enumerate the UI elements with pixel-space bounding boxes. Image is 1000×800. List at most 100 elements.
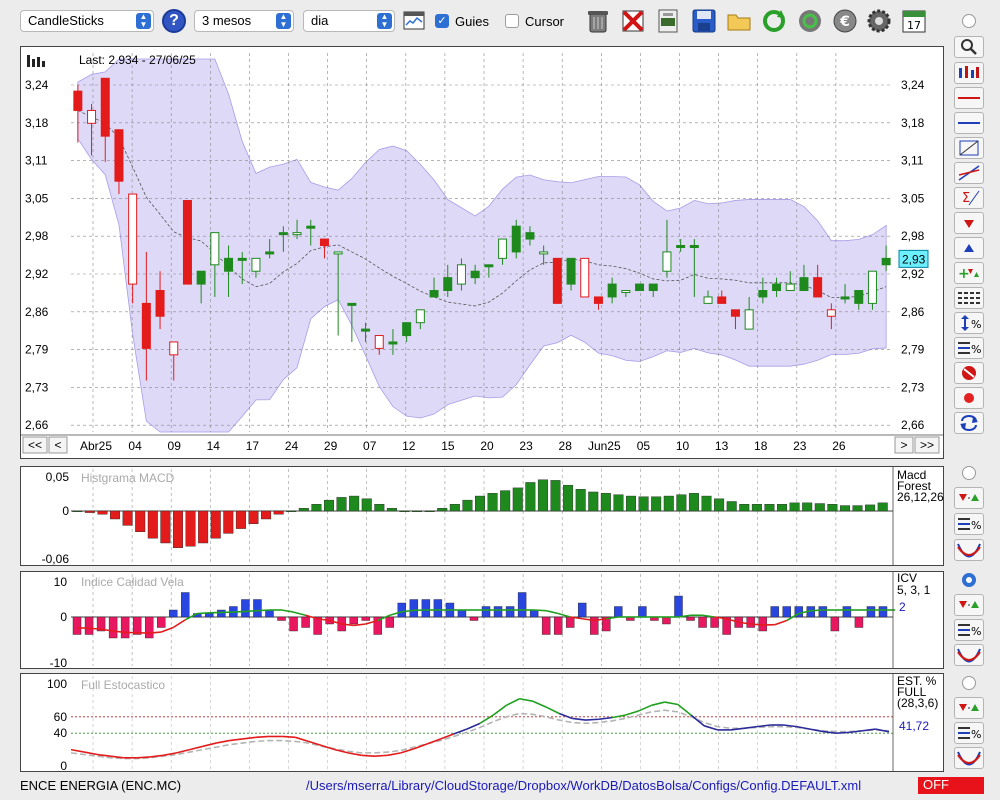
y-axis-label-right: 2,92 — [901, 267, 925, 281]
macd-bar — [575, 489, 586, 512]
refresh-icon[interactable] — [761, 8, 787, 34]
print-icon[interactable] — [655, 8, 681, 34]
stoch-curve-button[interactable] — [954, 747, 984, 769]
blue-line-button[interactable] — [954, 112, 984, 134]
candle — [854, 290, 864, 304]
icv-curve-button[interactable] — [954, 644, 984, 666]
monitor-icon[interactable] — [403, 10, 425, 32]
volume-bars-icon — [42, 61, 45, 67]
currency-icon[interactable]: € — [832, 8, 858, 34]
icv-line-segment — [293, 611, 306, 617]
candle — [155, 290, 165, 317]
off-indicator[interactable]: OFF — [918, 777, 984, 794]
price-chart-panel[interactable]: 3,24 3,24 3,18 3,18 3,11 3,11 3,05 3,05 2,98 2,98… — [20, 46, 944, 459]
trash-icon[interactable] — [585, 8, 611, 34]
cursor-checkbox[interactable] — [505, 14, 519, 28]
trendline-button[interactable] — [954, 162, 984, 184]
icv-arrows-button[interactable] — [954, 594, 984, 616]
candle — [772, 283, 782, 292]
icv-bar — [854, 616, 864, 628]
stoch-panel-radio[interactable] — [962, 676, 976, 690]
no-entry-icon — [962, 366, 976, 380]
stop-button[interactable] — [954, 362, 984, 384]
price-chart[interactable]: 3,24 3,24 3,18 3,18 3,11 3,11 3,05 3,05 2,98 2,98… — [21, 47, 943, 458]
chart-type-select[interactable]: CandleSticks ▲ ▼ — [20, 10, 154, 32]
icv-panel[interactable]: 10 0 -10 Indice Calidad Vela ICV 5, 3, 12 — [20, 571, 944, 669]
candle — [511, 225, 521, 253]
stoch-arrows-button[interactable] — [954, 697, 984, 719]
macd-arrows-button[interactable] — [954, 487, 984, 509]
delete-icon[interactable] — [620, 8, 646, 34]
icv-y-label: 10 — [54, 575, 68, 589]
y-axis-label-left: 3,18 — [25, 116, 49, 130]
candle — [292, 232, 302, 236]
macd-bar — [72, 510, 83, 513]
macd-bar — [147, 510, 158, 539]
add-indicator-button[interactable]: + — [954, 262, 984, 284]
svg-text:%: % — [971, 318, 981, 331]
macd-bar — [865, 504, 876, 512]
lines-button[interactable] — [954, 287, 984, 309]
icv-bar — [698, 616, 707, 628]
candle — [593, 296, 603, 304]
macd-bar — [349, 495, 360, 512]
period-select[interactable]: 3 mesos ▲ ▼ — [194, 10, 294, 32]
scale-percent-button[interactable]: % — [954, 312, 984, 334]
lines-percent-button[interactable]: % — [954, 337, 984, 359]
candle — [840, 296, 850, 300]
open-folder-icon[interactable] — [726, 8, 752, 34]
y-axis-label-right: 2,73 — [901, 380, 925, 394]
icv-chart[interactable]: 100-10Indice Calidad Vela ICV5, 3, 12 — [21, 572, 943, 668]
macd-bar — [273, 510, 284, 515]
icv-bar — [782, 606, 791, 618]
icv-panel-radio[interactable] — [962, 573, 976, 587]
stoch-lines-button[interactable]: % — [954, 722, 984, 744]
icv-lines-button[interactable]: % — [954, 619, 984, 641]
macd-y-label: -0,06 — [42, 552, 70, 565]
red-line-button[interactable] — [954, 87, 984, 109]
macd-bar — [739, 504, 750, 512]
calendar-icon[interactable]: 17 — [901, 8, 927, 34]
y-axis-label-right: 3,11 — [901, 154, 924, 168]
macd-panel[interactable]: 0,05 0 -0,06 Histgrama MACD Macd Forest 26,12,… — [20, 466, 944, 566]
fibonacci-button[interactable] — [954, 137, 984, 159]
stoch-panel[interactable]: 100 60 40 0 Full Estocastico EST. % FULL (28,3,… — [20, 673, 944, 772]
down-arrow-button[interactable] — [954, 212, 984, 234]
icv-bar — [301, 616, 310, 628]
sum-button[interactable]: Σ — [954, 187, 984, 209]
x-axis-label: 10 — [676, 439, 690, 453]
instrument-name: ENCE ENERGIA (ENC.MC) — [20, 778, 182, 793]
macd-lines-button[interactable]: % — [954, 513, 984, 535]
icv-bar — [277, 616, 286, 621]
interval-select[interactable]: dia ▲ ▼ — [303, 10, 395, 32]
up-arrow-button[interactable] — [954, 237, 984, 259]
price-panel-radio[interactable] — [962, 14, 976, 28]
nav-first-button-label: << — [28, 438, 42, 452]
config-path[interactable]: /Users/mserra/Library/CloudStorage/Dropb… — [306, 778, 861, 793]
toolbar: CandleSticks ▲ ▼ ? 3 mesos ▲ ▼ dia ▲ ▼ ✓ Gu… — [0, 0, 1000, 44]
y-axis-label-left: 2,73 — [25, 380, 49, 394]
icv-bar — [144, 616, 154, 639]
icv-bar — [830, 616, 840, 632]
macd-chart[interactable]: 0,050-0,06Histgrama MACD MacdForest26,12,… — [21, 467, 943, 565]
stoch-chart[interactable]: 10060400Full Estocastico EST. %FULL(28,3,… — [21, 674, 943, 771]
macd-panel-radio[interactable] — [962, 466, 976, 480]
macd-bar — [563, 484, 574, 512]
macd-bar — [223, 510, 234, 534]
macd-curve-button[interactable] — [954, 539, 984, 561]
guies-checkbox[interactable]: ✓ — [435, 14, 449, 28]
y-axis-label-left: 3,05 — [25, 191, 49, 205]
y-axis-label-left: 3,24 — [25, 78, 49, 92]
save-icon[interactable] — [691, 8, 717, 34]
refresh-all-icon[interactable] — [797, 8, 823, 34]
swap-button[interactable] — [954, 412, 984, 434]
zoom-button[interactable] — [954, 36, 984, 58]
macd-bar — [135, 510, 146, 532]
macd-bar — [110, 510, 121, 520]
candles-style-button[interactable] — [954, 62, 984, 84]
lines-percent-icon: % — [958, 518, 981, 532]
settings-icon[interactable] — [866, 8, 892, 34]
macd-title: Histgrama MACD — [81, 471, 175, 485]
record-button[interactable] — [954, 387, 984, 409]
help-button[interactable]: ? — [162, 9, 186, 33]
